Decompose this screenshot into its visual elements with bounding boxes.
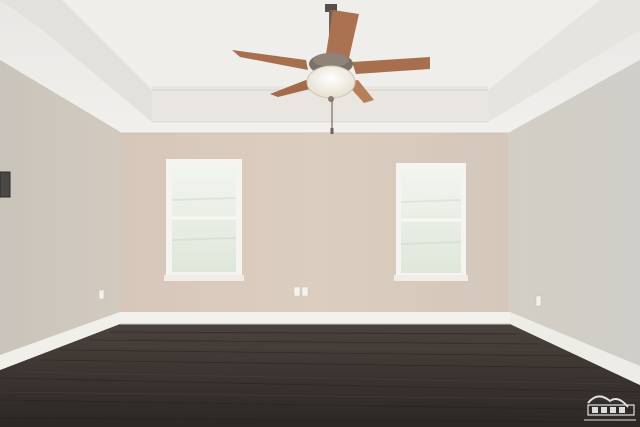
window-right	[394, 163, 468, 281]
outlet-right-wall	[535, 295, 542, 307]
fan-light-globe	[306, 65, 356, 99]
outlet-left-wall	[98, 289, 105, 300]
wall-panel	[0, 171, 11, 198]
room-scene	[0, 0, 640, 427]
window-left	[164, 159, 244, 281]
